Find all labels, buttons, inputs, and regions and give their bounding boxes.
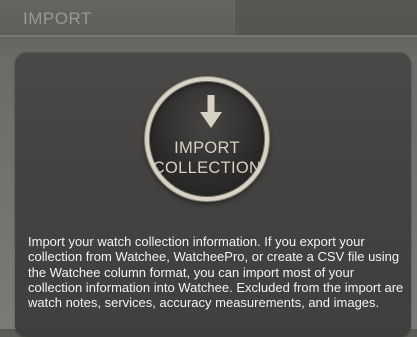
import-button-label: IMPORT COLLECTION — [149, 138, 265, 178]
title-tab: IMPORT — [0, 0, 237, 36]
import-button-label-line1: IMPORT — [174, 139, 240, 157]
page-title: IMPORT — [23, 9, 92, 28]
top-bar: IMPORT — [0, 0, 417, 36]
import-description: Import your watch collection information… — [28, 234, 404, 311]
import-button-label-line2: COLLECTION — [152, 159, 262, 177]
header-divider — [0, 35, 417, 37]
arrow-down-icon — [200, 95, 222, 128]
import-collection-button[interactable]: IMPORT COLLECTION — [145, 77, 269, 201]
